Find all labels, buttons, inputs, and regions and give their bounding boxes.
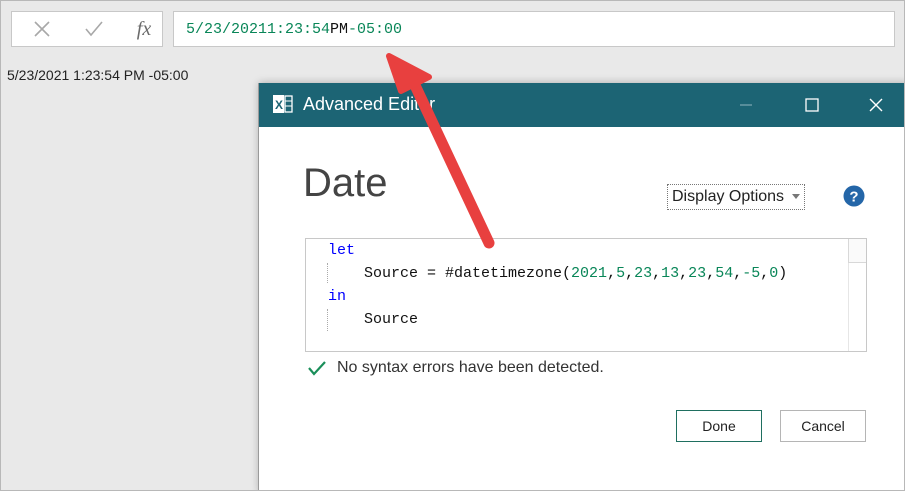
code-arg: 23 [634, 265, 653, 282]
dialog-title: Advanced Editor [303, 94, 436, 114]
fx-label: fx [136, 17, 152, 40]
minimize-button[interactable] [723, 83, 769, 127]
maximize-icon [805, 98, 819, 112]
close-icon [34, 21, 50, 37]
formula-input[interactable]: 5/23/2021 1:23:54 PM -05:00 [173, 11, 895, 47]
maximize-button[interactable] [789, 83, 835, 127]
editor-scrollbar-corner [848, 239, 866, 263]
formula-bar: fx 5/23/2021 1:23:54 PM -05:00 [1, 1, 904, 55]
code-arg: 0 [769, 265, 779, 282]
formula-date: 5/23/2021 [186, 20, 268, 38]
display-options-dropdown[interactable]: Display Options [667, 184, 806, 210]
formula-time: 1:23:54 [267, 20, 331, 38]
svg-text:?: ? [849, 189, 858, 206]
check-icon [85, 21, 103, 37]
dialog-titlebar: X Advanced Editor [259, 83, 904, 127]
syntax-status: No syntax errors have been detected. [307, 359, 604, 377]
cancel-formula-button[interactable] [22, 12, 62, 46]
code-line-3: in [328, 288, 346, 306]
svg-text:X: X [275, 98, 283, 112]
code-arg: 5 [616, 265, 626, 282]
close-icon [869, 98, 883, 112]
chevron-down-icon [792, 194, 801, 199]
formula-ampm: PM [330, 20, 349, 38]
formula-bar-buttons: fx [11, 11, 163, 47]
code-arg: 2021 [571, 265, 608, 282]
code-close-paren: ) [778, 265, 788, 282]
keyword-let: let [328, 242, 356, 259]
query-name: Date [303, 161, 388, 205]
code-line-4: Source [328, 311, 418, 329]
result-value: 5/23/2021 1:23:54 PM -05:00 [7, 67, 189, 83]
check-icon [308, 361, 326, 376]
minimize-icon [740, 104, 752, 106]
done-button[interactable]: Done [676, 410, 762, 442]
commit-formula-button[interactable] [74, 12, 114, 46]
code-source: Source [328, 311, 419, 328]
help-icon[interactable]: ? [843, 185, 865, 207]
power-query-screen: fx 5/23/2021 1:23:54 PM -05:00 5/23/2021… [0, 0, 905, 491]
code-arg: 13 [661, 265, 680, 282]
code-arg: 23 [688, 265, 707, 282]
code-line-2: Source = #datetimezone(2021,5,23,13,23,5… [328, 265, 788, 282]
code-source-assign: Source = #datetimezone( [328, 265, 572, 282]
cancel-button[interactable]: Cancel [780, 410, 866, 442]
code-editor[interactable]: let Source = #datetimezone(2021,5,23,13,… [305, 238, 867, 352]
close-dialog-button[interactable] [853, 83, 899, 127]
code-arg: -5 [742, 265, 761, 282]
display-options-label: Display Options [672, 188, 785, 205]
keyword-in: in [328, 288, 347, 305]
code-line-1: let [328, 242, 355, 260]
advanced-editor-dialog: X Advanced Editor Date Display Options ?… [259, 83, 904, 490]
excel-icon: X [273, 95, 293, 113]
formula-offset: -05:00 [348, 20, 403, 38]
code-arg: 54 [715, 265, 734, 282]
syntax-status-text: No syntax errors have been detected. [337, 359, 604, 376]
editor-scrollbar[interactable] [848, 263, 866, 351]
insert-function-button[interactable]: fx [124, 12, 164, 46]
